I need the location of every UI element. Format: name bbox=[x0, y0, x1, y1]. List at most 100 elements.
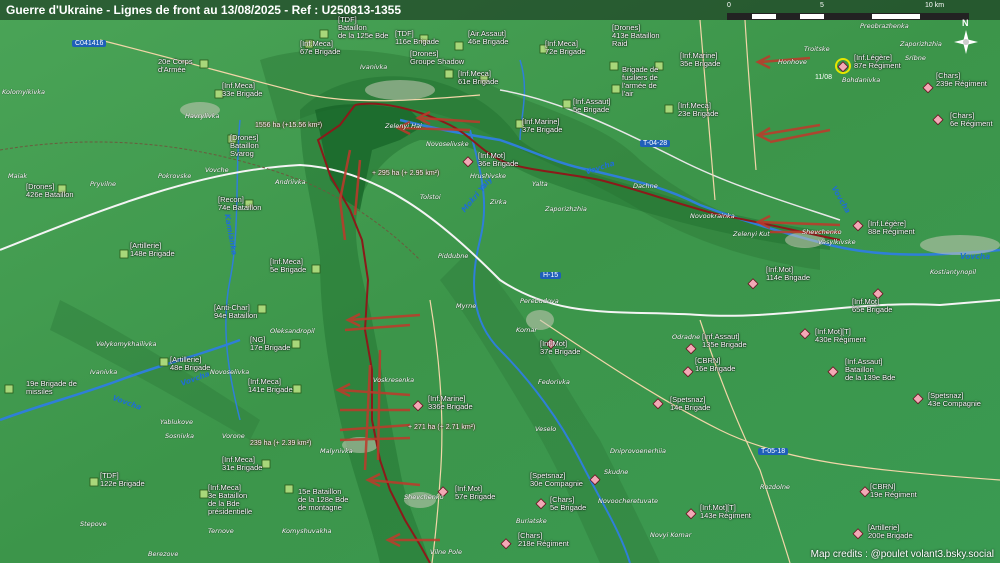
town-label: Buriatske bbox=[516, 517, 547, 525]
town-label: Oleksandropil bbox=[270, 327, 315, 335]
town-label: Kolomyikivka bbox=[2, 88, 45, 96]
town-label: Vilne Pole bbox=[430, 548, 462, 556]
town-label: Havrylivka bbox=[185, 112, 220, 120]
town-label: Ternove bbox=[208, 527, 234, 535]
ru-unit-label: [Inf.Mot] 57e Brigade bbox=[455, 484, 496, 501]
town-label: Novyi Komar bbox=[650, 531, 692, 539]
map-canvas[interactable] bbox=[0, 0, 1000, 563]
ru-unit-label: [Inf.Marine] 336e Brigade bbox=[428, 394, 473, 411]
road-label-t0518: T-05-18 bbox=[758, 448, 789, 455]
gain-label: + 295 ha (+ 2.95 km²) bbox=[372, 170, 440, 177]
town-label: Vasylkivske bbox=[818, 238, 856, 246]
ru-unit-label: [Chars] 6e Régiment bbox=[950, 111, 993, 128]
scale-segment bbox=[776, 14, 800, 19]
town-label: Shevchenko bbox=[404, 493, 444, 501]
ru-unit-label: [Inf.Mot] 65e Brigade bbox=[852, 297, 893, 314]
ua-unit-label: [Drones] Bataillon Svarog bbox=[230, 133, 259, 158]
town-label: Veselo bbox=[535, 425, 557, 433]
map-credit: Map credits : @poulet volant3.bsky.socia… bbox=[810, 549, 994, 560]
town-label: Zelenyi Kut bbox=[733, 230, 770, 238]
town-label: Pryvilne bbox=[90, 180, 117, 188]
ua-unit-label: [Inf.Meca] 61e Brigade bbox=[458, 69, 499, 86]
gain-label: 239 ha (+ 2.39 km²) bbox=[250, 440, 312, 447]
ua-unit-label: [Inf.Meca] 31e Brigade bbox=[222, 455, 263, 472]
town-label: Vorone bbox=[222, 432, 245, 440]
town-label: Zaporizhzhia bbox=[900, 40, 942, 48]
town-label: Zaporizhzhia bbox=[545, 205, 587, 213]
compass-north-label: N bbox=[962, 18, 969, 28]
road-label-c041416: C041416 bbox=[72, 40, 107, 47]
ru-unit-label: [Inf.Mot] 36e Brigade bbox=[478, 151, 519, 168]
town-label: Maiak bbox=[8, 172, 28, 180]
town-label: Komyshuvakha bbox=[282, 527, 332, 535]
ua-unit-label: [Inf.Meca] 33e Brigade bbox=[222, 81, 263, 98]
ua-unit-label: [Inf.Meca] 5e Brigade bbox=[270, 257, 307, 274]
ru-unit-label: [Spetsnaz] 30e Compagnie bbox=[530, 471, 583, 488]
ru-unit-label: [Spetsnaz] 43e Compagnie bbox=[928, 391, 981, 408]
town-label: Bohdanivka bbox=[842, 76, 881, 84]
town-label: Perebudova bbox=[520, 297, 559, 305]
town-label: Ivanivka bbox=[360, 63, 388, 71]
compass-rose: N bbox=[946, 18, 986, 58]
town-label: Dniprovoenerhiia bbox=[610, 447, 667, 455]
town-label: Novoselivka bbox=[210, 368, 250, 376]
date-tag: 11/08 bbox=[815, 74, 832, 81]
gain-label: 1556 ha (+15.56 km²) bbox=[255, 122, 323, 129]
town-label: Andriivka bbox=[275, 178, 306, 186]
town-label: Dachne bbox=[633, 182, 658, 190]
town-label: Troitske bbox=[804, 45, 830, 53]
town-label: Komar bbox=[516, 326, 537, 334]
scale-label-0: 0 bbox=[727, 2, 731, 9]
town-label: Fedorivka bbox=[538, 378, 570, 386]
ua-unit-label: [Inf.Meca] 3e Bataillon de la Bde présid… bbox=[208, 483, 253, 516]
town-label: Piddubne bbox=[438, 252, 469, 260]
town-label: Hrushivske bbox=[470, 172, 506, 180]
ru-unit-label: [Chars] 239e Régiment bbox=[936, 71, 987, 88]
ua-unit-label: [Drones] Groupe Shadow bbox=[410, 49, 465, 66]
town-label: Novookrainka bbox=[690, 212, 735, 220]
town-area bbox=[365, 80, 435, 100]
town-label: Preobrazhenka bbox=[860, 22, 909, 30]
town-label: Novoselivske bbox=[426, 140, 469, 148]
ua-unit-label: [Inf.Assaut] 5e Brigade bbox=[573, 97, 611, 114]
scale-segment bbox=[728, 14, 752, 19]
town-label: Novoocheretuvate bbox=[598, 497, 659, 505]
town-label: Odradne bbox=[672, 333, 701, 341]
ua-unit-label: [Anti-Char] 94e Bataillon bbox=[214, 303, 258, 320]
ua-unit-label: [Inf.Meca] 67e Brigade bbox=[300, 39, 341, 56]
town-label: Zirka bbox=[490, 198, 507, 206]
ua-unit-label: [Drones] 426e Bataillon bbox=[26, 182, 74, 199]
ua-unit-label: [NG] 17e Brigade bbox=[250, 335, 291, 352]
town-label: Kostiantynopil bbox=[930, 268, 977, 276]
ua-unit-label: [TDF] 122e Brigade bbox=[100, 471, 145, 488]
ua-unit-label: [Air.Assaut] 46e Brigade bbox=[468, 29, 509, 46]
ua-unit-label: 15e Bataillon de la 128e Bde de montagne bbox=[298, 487, 349, 512]
ru-unit-label: [Spetsnaz] 14e Brigade bbox=[670, 395, 711, 412]
town-label: Malynivka bbox=[320, 447, 353, 455]
ru-unit-label: [Inf.Légère] 87e Régiment bbox=[854, 53, 901, 70]
town-label: Vovche bbox=[205, 166, 229, 174]
ua-unit-label: [Inf.Meca] 23e Brigade bbox=[678, 101, 719, 118]
town-label: Skudne bbox=[604, 468, 629, 476]
town-label: Pokrovske bbox=[158, 172, 192, 180]
town-label: Shevchenko bbox=[802, 228, 842, 236]
ru-unit-label: [Inf.Mot][T] 143e Régiment bbox=[700, 503, 751, 520]
town-label: Sribne bbox=[905, 54, 926, 62]
ua-unit-label: [Artillerie] 148e Brigade bbox=[130, 241, 175, 258]
scale-label-5: 5 bbox=[820, 2, 824, 9]
ru-unit-label: [Chars] 5e Brigade bbox=[550, 495, 587, 512]
ru-unit-label: [Inf.Mot] 114e Brigade bbox=[766, 265, 811, 282]
town-label: Tolstoi bbox=[420, 193, 441, 201]
town-label: Velykomykhailivka bbox=[96, 340, 157, 348]
town-label: Yalta bbox=[532, 180, 548, 188]
ru-unit-label: [Inf.Légère] 88e Régiment bbox=[868, 219, 915, 236]
town-label: Stepove bbox=[80, 520, 107, 528]
ua-unit-label: [Inf.Marine] 37e Brigade bbox=[522, 117, 563, 134]
ru-unit-label: [Inf.Assaut] 135e Brigade bbox=[702, 332, 747, 349]
river-label: Vovcha bbox=[960, 252, 991, 261]
town-label: Sosnivka bbox=[165, 432, 195, 440]
scale-segment bbox=[824, 14, 872, 19]
town-label: Myrne bbox=[456, 302, 477, 310]
town-label: Ivanivka bbox=[90, 368, 118, 376]
ru-unit-label: [CBRN] 19e Régiment bbox=[870, 482, 917, 499]
